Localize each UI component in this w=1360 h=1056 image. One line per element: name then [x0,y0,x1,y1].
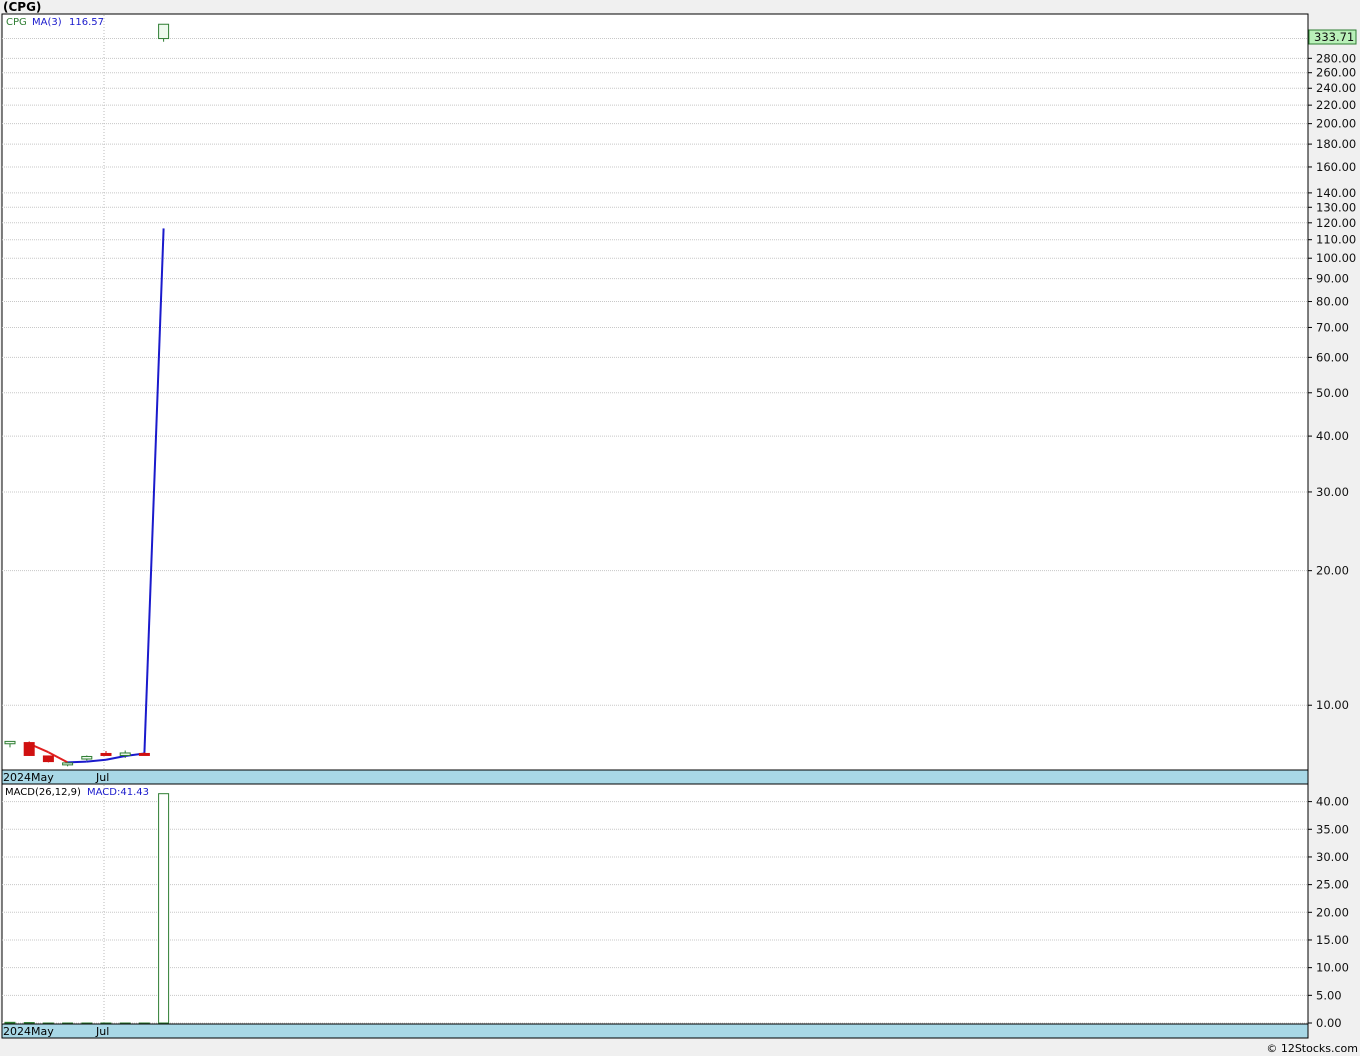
legend-ma-value: 116.57 [69,17,104,28]
macd-bar [158,793,170,1024]
candle-body [81,755,93,760]
macd-date-band [1,1023,1309,1039]
stock-chart: 10.00 20.00 30.00 40.00 50.00 60.00 70.00 80.00… [0,0,1360,1056]
macd-tick-label: 40.00 [1316,795,1349,809]
price-tick-label: 40.00 [1316,429,1349,443]
macd-tick-label: 20.00 [1316,905,1349,919]
x-label-may: 2024May [3,771,54,784]
price-tick-label: 80.00 [1316,295,1349,309]
price-panel [1,13,1309,771]
candle-body [100,752,112,756]
price-tick-label: 90.00 [1316,272,1349,286]
macd-bar [4,1021,16,1024]
price-tick-label: 30.00 [1316,485,1349,499]
price-tick-label: 10.00 [1316,698,1349,712]
macd-tick-label: 5.00 [1316,988,1342,1002]
candle-body [23,742,35,756]
legend-ma-label: MA(3) [32,17,62,28]
price-tick-label: 280.00 [1316,51,1356,65]
footer-credit: © 12Stocks.com [1266,1042,1358,1055]
macd-tick-label: 15.00 [1316,933,1349,947]
ma3-segment [67,760,87,764]
price-tick-label: 60.00 [1316,350,1349,364]
chart-title: (CPG) [3,0,41,14]
legend-macd-label: MACD(26,12,9) [5,787,81,798]
last-price-value: 333.71 [1314,30,1354,44]
price-tick-label: 160.00 [1316,160,1356,174]
legend-macd-value: MACD:41.43 [87,787,149,798]
price-tick-label: 110.00 [1316,233,1356,247]
price-tick-label: 240.00 [1316,81,1356,95]
candle-body [42,755,54,763]
price-tick-label: 140.00 [1316,186,1356,200]
price-tick-label: 260.00 [1316,66,1356,80]
price-tick-label: 50.00 [1316,386,1349,400]
candle-body [4,740,16,745]
price-tick-label: 20.00 [1316,564,1349,578]
macd-tick-label: 10.00 [1316,961,1349,975]
macd-tick-label: 25.00 [1316,878,1349,892]
macd-tick-label: 30.00 [1316,850,1349,864]
macd-tick-label: 0.00 [1316,1016,1342,1030]
price-tick-label: 100.00 [1316,251,1356,265]
macd-tick-label: 35.00 [1316,822,1349,836]
candle-body [158,23,170,40]
macd-x-label-jul: Jul [95,1025,109,1038]
price-tick-label: 220.00 [1316,98,1356,112]
price-tick-label: 180.00 [1316,137,1356,151]
candle-body [62,762,74,766]
macd-panel [1,783,1309,1025]
price-tick-label: 200.00 [1316,117,1356,131]
candle-body [138,752,150,756]
price-tick-label: 70.00 [1316,320,1349,334]
candle-body [119,752,131,756]
x-label-jul: Jul [95,771,109,784]
price-tick-label: 120.00 [1316,216,1356,230]
price-tick-label: 130.00 [1316,200,1356,214]
macd-x-label-may: 2024May [3,1025,54,1038]
macd-bar [23,1022,35,1025]
legend-symbol: CPG [6,17,27,28]
price-date-band [1,769,1309,785]
